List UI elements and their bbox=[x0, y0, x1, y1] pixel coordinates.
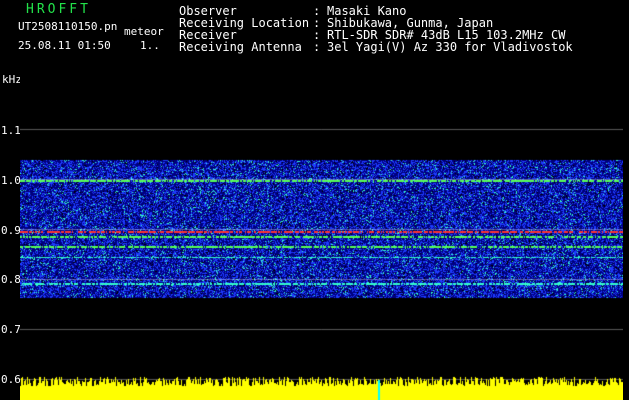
y-tick-label: 1.1 bbox=[1, 124, 21, 137]
antenna-value: 3el Yagi(V) Az 330 for Vladivostok bbox=[327, 40, 573, 54]
y-tick-label: 0.8 bbox=[1, 273, 21, 286]
spectrogram-plot bbox=[20, 72, 623, 400]
y-tick-label: 0.6 bbox=[1, 373, 21, 386]
frame-counter: 1.. bbox=[140, 39, 160, 52]
antenna-colon: : bbox=[313, 40, 321, 54]
timestamp: 25.08.11 01:50 bbox=[18, 39, 111, 52]
y-tick-label: 1.0 bbox=[1, 174, 21, 187]
y-tick-label: 0.7 bbox=[1, 323, 21, 336]
detection-tag: meteor bbox=[124, 25, 164, 38]
y-axis-unit: kHz bbox=[2, 73, 22, 86]
y-tick-label: 0.9 bbox=[1, 224, 21, 237]
file-name: UT2508110150.pn bbox=[18, 20, 118, 33]
hroftt-title: HROFFT bbox=[26, 2, 91, 17]
antenna-label: Receiving Antenna bbox=[179, 40, 302, 54]
